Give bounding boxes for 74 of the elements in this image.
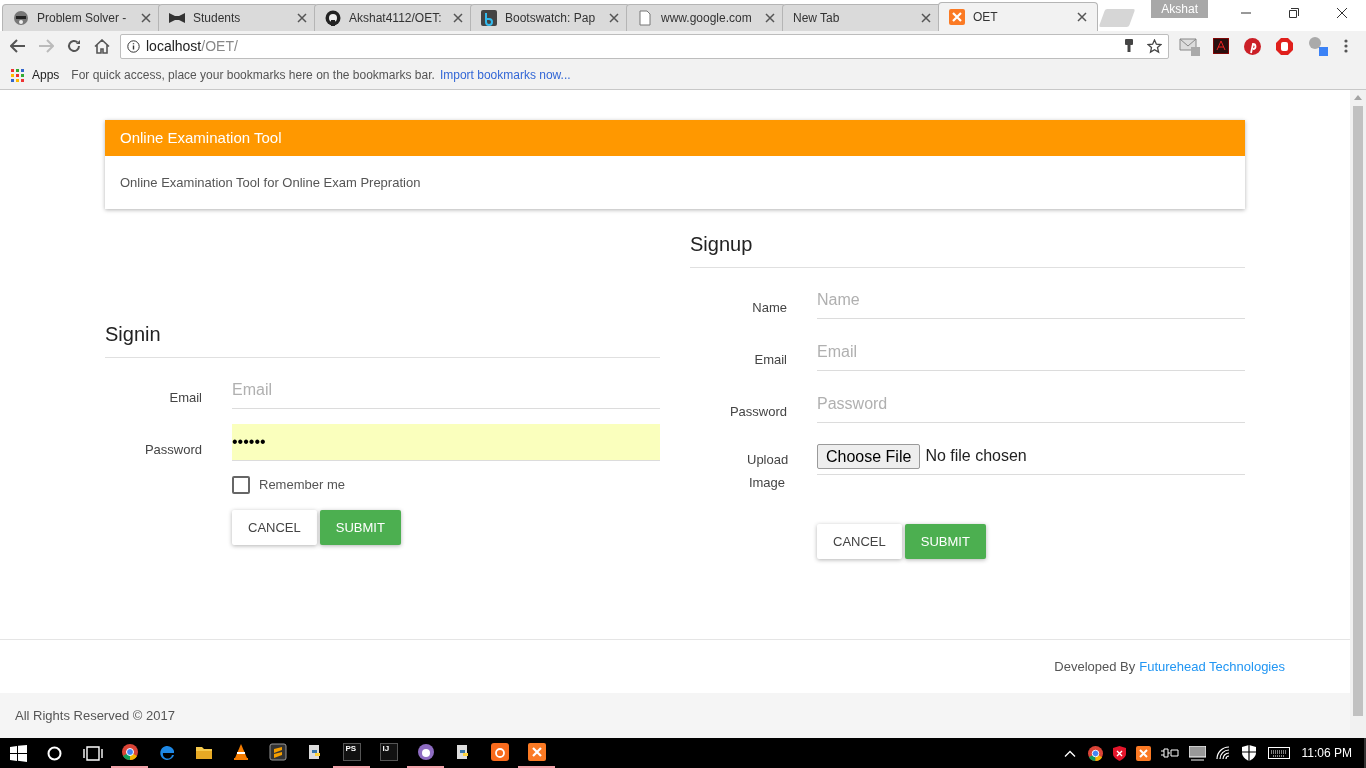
menu-icon[interactable]	[1344, 39, 1348, 53]
info-icon	[127, 39, 140, 53]
reload-icon[interactable]	[67, 39, 81, 53]
checkbox-label: Remember me	[259, 476, 345, 495]
task-view-icon[interactable]	[83, 745, 103, 761]
import-bookmarks-link[interactable]: Import bookmarks now...	[439, 66, 571, 84]
input-field[interactable]: Email	[232, 372, 660, 408]
panel-text: Online Examination Tool for Online Exam Prepration	[120, 173, 421, 192]
close-icon[interactable]	[453, 13, 463, 23]
field-label: Name	[752, 299, 787, 317]
form-heading: Signin	[105, 319, 660, 358]
taskbar-app[interactable]: PS	[333, 738, 370, 768]
close-icon[interactable]	[609, 13, 619, 23]
field-label: Password	[729, 403, 787, 421]
field-label: Email	[169, 389, 202, 407]
close-icon[interactable]	[765, 13, 775, 23]
key-icon[interactable]	[1125, 39, 1133, 53]
app-label: PS	[342, 743, 361, 761]
app-label: IJ	[379, 743, 398, 761]
input-field[interactable]: ••••••	[232, 424, 660, 460]
clock-text[interactable]: 11:06 PM	[1301, 744, 1352, 762]
choose-file-button[interactable]: Choose File	[817, 443, 921, 469]
shield-tray-icon[interactable]	[1241, 745, 1256, 761]
tab-title: Akshat4112/OET:	[349, 10, 442, 27]
url-text: localhost/OET/	[146, 36, 238, 56]
copyright-text: All Rights Reserved © 2017	[15, 706, 175, 725]
search-circle-icon[interactable]	[47, 745, 62, 761]
back-icon[interactable]	[10, 39, 26, 53]
shield-icon[interactable]	[1112, 745, 1126, 761]
field-label: Password	[144, 441, 202, 459]
developed-by-text: Developed By	[1054, 657, 1136, 676]
keyboard-icon[interactable]	[1267, 747, 1290, 759]
traffic-cone-icon	[231, 743, 250, 761]
stop-hand-icon[interactable]	[1276, 37, 1293, 55]
page-icon	[637, 10, 653, 26]
field-label: Email	[754, 351, 787, 369]
input-field[interactable]: Password	[817, 386, 1245, 422]
address-bar[interactable]: localhost/OET/	[120, 33, 1169, 59]
close-icon[interactable]	[1337, 8, 1347, 18]
cancel-button[interactable]: CANCEL	[817, 524, 902, 559]
file-status-text: No file chosen	[925, 446, 1027, 466]
input-field[interactable]: Email	[817, 334, 1245, 370]
panel-title: Online Examination Tool	[120, 127, 282, 148]
field-label: Upload Image	[747, 451, 787, 492]
monitor-icon[interactable]	[1188, 745, 1206, 761]
form-heading: Signup	[690, 229, 1245, 268]
windows-start-icon[interactable]	[10, 744, 27, 762]
scrollbar-thumb[interactable]	[1353, 106, 1363, 716]
star-icon[interactable]	[1147, 38, 1162, 54]
close-icon[interactable]	[921, 13, 931, 23]
tab-title: Students	[193, 10, 241, 27]
apps-grid-icon[interactable]	[11, 68, 24, 82]
home-icon[interactable]	[94, 38, 110, 54]
apps-link[interactable]: Apps	[32, 66, 60, 84]
taskbar-app[interactable]: IJ	[370, 738, 407, 768]
power-plug-icon[interactable]	[1160, 746, 1179, 760]
bowtie-icon	[169, 10, 185, 26]
tab-title: OET	[973, 9, 998, 26]
tab-title: New Tab	[793, 10, 840, 27]
checkbox[interactable]	[232, 476, 250, 494]
browser-tab[interactable]: OET	[938, 2, 1098, 31]
close-icon[interactable]	[1077, 12, 1087, 22]
tab-title: www.google.com	[661, 10, 752, 27]
scrollbar[interactable]	[1350, 90, 1366, 738]
input-field[interactable]: Name	[817, 282, 1245, 318]
tab-title: Bootswatch: Pap	[505, 10, 596, 27]
close-icon[interactable]	[141, 13, 151, 23]
chevron-up-icon[interactable]	[1063, 749, 1076, 757]
tab-title: Problem Solver -	[37, 10, 127, 27]
close-icon[interactable]	[297, 13, 307, 23]
bookmarks-hint: For quick access, place your bookmarks here on the bookmarks bar.	[71, 67, 435, 84]
wifi-icon[interactable]	[1215, 746, 1232, 760]
cancel-button[interactable]: CANCEL	[232, 510, 317, 545]
restore-icon[interactable]	[1289, 8, 1299, 18]
